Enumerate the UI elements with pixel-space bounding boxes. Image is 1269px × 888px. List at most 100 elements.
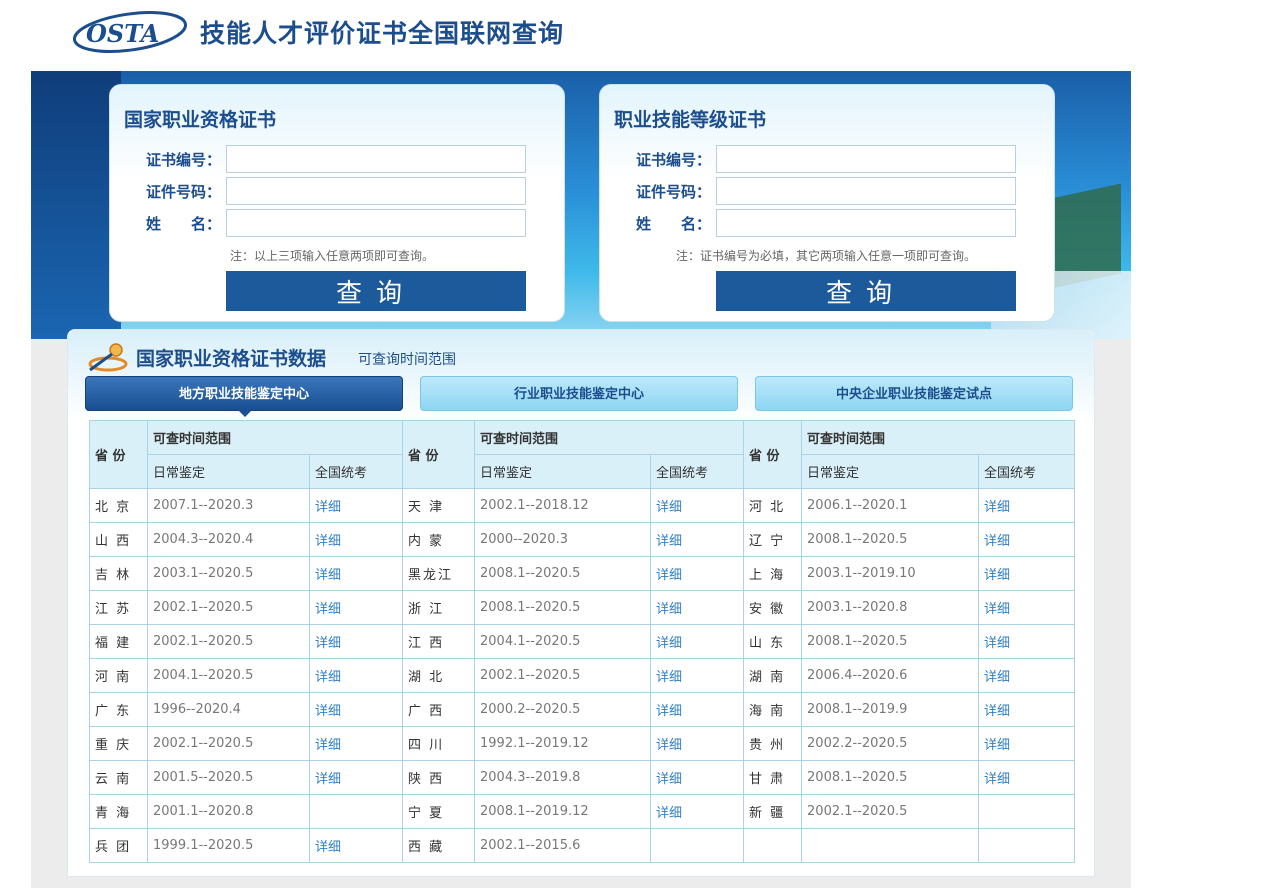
query-button[interactable]: 查询	[226, 271, 526, 311]
national-detail-link	[978, 794, 1076, 829]
daily-range-cell: 2008.1--2019.9	[801, 692, 980, 727]
name-row: 姓 名：	[146, 209, 546, 237]
national-detail-link[interactable]: 详细	[650, 590, 745, 625]
id-number-row: 证件号码：	[636, 177, 1036, 205]
daily-range-cell: 2003.1--2019.10	[801, 556, 980, 591]
national-detail-link[interactable]: 详细	[308, 828, 404, 863]
national-detail-link[interactable]: 详细	[978, 760, 1076, 795]
national-detail-link[interactable]: 详细	[978, 624, 1076, 659]
daily-range-cell: 2008.1--2020.5	[474, 590, 652, 625]
national-detail-link[interactable]: 详细	[308, 726, 404, 761]
table-row: 河 南 2004.1--2020.5 详细湖 北 2002.1--2020.5 详细湖 …	[89, 658, 1076, 693]
osta-logo[interactable]: OSTA	[72, 10, 188, 54]
table-row: 北 京 2007.1--2020.3 详细天 津 2002.1--2018.12 详细河…	[89, 488, 1076, 523]
cert-number-input[interactable]	[716, 145, 1016, 173]
id-number-input[interactable]	[226, 177, 526, 205]
province-cell: 上 海	[743, 556, 803, 591]
cert-number-input[interactable]	[226, 145, 526, 173]
query-button[interactable]: 查询	[716, 271, 1016, 311]
id-number-row: 证件号码：	[146, 177, 546, 205]
national-detail-link[interactable]: 详细	[308, 590, 404, 625]
cert-number-label: 证书编号：	[146, 151, 222, 169]
table-row: 山 西 2004.3--2020.4 详细内 蒙 2000--2020.3 详细辽 宁2…	[89, 522, 1076, 557]
table-row: 广 东 1996--2020.4 详细广 西 2000.2--2020.5 详细海 南2…	[89, 692, 1076, 727]
province-cell: 山 东	[743, 624, 803, 659]
national-detail-link[interactable]: 详细	[308, 692, 404, 727]
name-label: 姓 名：	[636, 215, 712, 233]
province-cell: 湖 南	[743, 658, 803, 693]
table-header-row: 省 份 可查时间范围 省 份 可查时间范围 省 份 可查时间范围	[89, 420, 1076, 489]
national-detail-link[interactable]: 详细	[978, 556, 1076, 591]
data-section: 国家职业资格证书数据 可查询时间范围 地方职业技能鉴定中心 行业职业技能鉴定中心…	[67, 329, 1095, 877]
panel-note: 注：证书编号为必填，其它两项输入任意一项即可查询。	[676, 249, 977, 263]
daily-range-cell: 2008.1--2020.5	[474, 556, 652, 591]
national-detail-link[interactable]: 详细	[650, 760, 745, 795]
daily-range-cell: 2002.1--2015.6	[474, 828, 652, 863]
daily-range-cell: 2008.1--2020.5	[801, 760, 980, 795]
province-cell: 重 庆	[89, 726, 148, 761]
cert-number-row: 证书编号：	[146, 145, 546, 173]
table-row: 青 海 2001.1--2020.8 宁 夏 2008.1--2019.12 详细新 疆…	[89, 794, 1076, 829]
province-cell: 甘 肃	[743, 760, 803, 795]
national-detail-link[interactable]: 详细	[650, 692, 745, 727]
national-detail-link[interactable]: 详细	[978, 692, 1076, 727]
national-detail-link[interactable]: 详细	[308, 556, 404, 591]
province-cell: 内 蒙	[402, 522, 476, 557]
daily-range-cell: 2002.1--2020.5	[147, 590, 310, 625]
national-detail-link[interactable]: 详细	[308, 624, 404, 659]
daily-range-cell: 2002.2--2020.5	[801, 726, 980, 761]
national-detail-link[interactable]: 详细	[978, 726, 1076, 761]
daily-range-cell: 2003.1--2020.8	[801, 590, 980, 625]
logo-text: OSTA	[86, 19, 159, 48]
name-row: 姓 名：	[636, 209, 1036, 237]
national-detail-link[interactable]: 详细	[308, 522, 404, 557]
province-cell: 广 东	[89, 692, 148, 727]
national-detail-link[interactable]: 详细	[650, 556, 745, 591]
national-detail-link[interactable]: 详细	[650, 522, 745, 557]
national-detail-link[interactable]: 详细	[650, 624, 745, 659]
national-detail-link[interactable]: 详细	[308, 658, 404, 693]
province-cell: 云 南	[89, 760, 148, 795]
province-cell: 黑龙江	[402, 556, 476, 591]
data-section-title: 国家职业资格证书数据	[136, 348, 327, 370]
table-row: 兵 团 1999.1--2020.5 详细西 藏 2002.1--2015.6	[89, 828, 1076, 863]
national-detail-link[interactable]: 详细	[650, 488, 745, 523]
panel-note: 注：以上三项输入任意两项即可查询。	[230, 249, 435, 263]
daily-range-cell: 2002.1--2018.12	[474, 488, 652, 523]
province-cell: 天 津	[402, 488, 476, 523]
tab-central-enterprise[interactable]: 中央企业职业技能鉴定试点	[755, 376, 1073, 411]
name-input[interactable]	[226, 209, 526, 237]
province-cell: 陕 西	[402, 760, 476, 795]
table-row: 福 建 2002.1--2020.5 详细江 西 2004.1--2020.5 详细山 …	[89, 624, 1076, 659]
national-detail-link[interactable]: 详细	[978, 522, 1076, 557]
national-detail-link[interactable]: 详细	[978, 658, 1076, 693]
cert-number-row: 证书编号：	[636, 145, 1036, 173]
province-cell: 浙 江	[402, 590, 476, 625]
id-number-label: 证件号码：	[146, 183, 222, 201]
id-number-label: 证件号码：	[636, 183, 712, 201]
header-province: 省 份	[402, 420, 476, 489]
id-number-input[interactable]	[716, 177, 1016, 205]
province-cell: 兵 团	[89, 828, 148, 863]
province-cell: 贵 州	[743, 726, 803, 761]
province-cell	[743, 828, 803, 863]
national-detail-link[interactable]: 详细	[650, 726, 745, 761]
name-input[interactable]	[716, 209, 1016, 237]
daily-range-cell: 2006.1--2020.1	[801, 488, 980, 523]
national-detail-link[interactable]: 详细	[650, 794, 745, 829]
daily-range-cell: 2007.1--2020.3	[147, 488, 310, 523]
cert-number-label: 证书编号：	[636, 151, 712, 169]
name-label: 姓 名：	[146, 215, 222, 233]
national-detail-link[interactable]: 详细	[978, 488, 1076, 523]
national-detail-link[interactable]: 详细	[650, 658, 745, 693]
province-cell: 青 海	[89, 794, 148, 829]
national-detail-link[interactable]: 详细	[308, 760, 404, 795]
national-detail-link[interactable]: 详细	[308, 488, 404, 523]
panel-title: 国家职业资格证书	[124, 109, 277, 131]
table-row: 吉 林 2003.1--2020.5 详细 黑龙江 2008.1--2020.5 详细上 …	[89, 556, 1076, 591]
national-detail-link[interactable]: 详细	[978, 590, 1076, 625]
province-cell: 西 藏	[402, 828, 476, 863]
tab-industry-center[interactable]: 行业职业技能鉴定中心	[420, 376, 738, 411]
header-national: 全国统考	[650, 454, 745, 489]
tab-local-center[interactable]: 地方职业技能鉴定中心	[85, 376, 403, 411]
